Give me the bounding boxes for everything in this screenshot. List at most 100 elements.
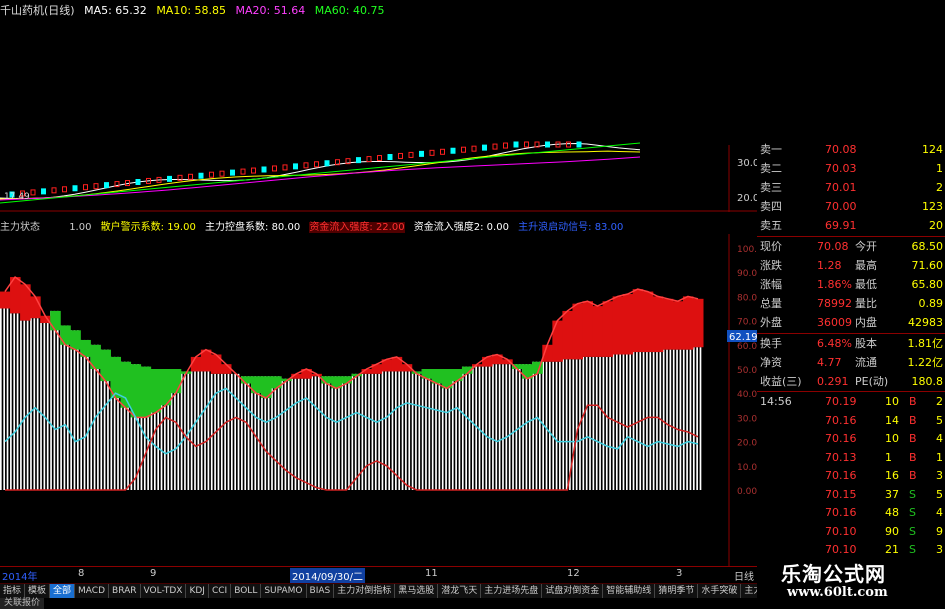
control-bar xyxy=(284,378,287,490)
signal-fill-bar xyxy=(622,293,634,355)
control-bar xyxy=(33,318,36,490)
control-bar xyxy=(80,339,83,490)
indicator-chart[interactable]: 100.00 90.00 80.00 70.00 60.00 50.00 40.00 30.0… xyxy=(0,234,757,566)
signal-fill-bar xyxy=(632,289,644,353)
control-bar xyxy=(398,371,401,490)
indicator-tab[interactable]: 潜龙飞天 xyxy=(438,584,482,598)
indicator-tab[interactable]: 模板 xyxy=(25,584,51,598)
quote-stat-row: 涨幅 1.86% 最低 65.80 xyxy=(757,275,945,294)
signal-fill-bar xyxy=(30,296,41,319)
candle xyxy=(356,157,361,164)
control-bar xyxy=(545,361,548,490)
control-bar xyxy=(187,371,190,490)
control-bar xyxy=(224,373,226,490)
control-bar xyxy=(538,361,541,490)
signal-fill-bar xyxy=(220,364,232,374)
candle xyxy=(209,171,214,178)
control-bar xyxy=(388,371,390,490)
control-bar xyxy=(592,356,595,490)
trade-row: 70.16 48 S 4 xyxy=(757,503,945,522)
trade-side: S xyxy=(909,487,916,501)
stat-label: PE(动) xyxy=(855,375,889,388)
indicator-tab[interactable]: 全部 xyxy=(50,584,76,598)
indicator-tab[interactable]: VOL-TDX xyxy=(141,584,187,598)
indicator-tab[interactable]: SUPAMO xyxy=(261,584,307,598)
stat-value: 1.28 xyxy=(817,259,842,272)
indicator-tab[interactable]: 猜明季节 xyxy=(655,584,699,598)
indicator-tab[interactable]: 试盘对倒资金 xyxy=(542,584,604,598)
candle xyxy=(188,173,193,180)
candle xyxy=(167,175,172,182)
indicator-tab[interactable]: 主力进场先盘 xyxy=(481,584,543,598)
indicator-tab[interactable]: BOLL xyxy=(231,584,262,598)
control-bar xyxy=(234,373,237,490)
indicator-tab[interactable]: BIAS xyxy=(307,584,335,598)
control-bar xyxy=(63,325,66,490)
control-bar xyxy=(301,378,303,490)
trade-price: 70.16 xyxy=(825,432,857,445)
signal-fill-bar xyxy=(120,361,132,408)
control-bar xyxy=(682,349,685,490)
control-bar xyxy=(482,366,484,490)
period-label[interactable]: 日线 xyxy=(734,568,754,583)
stat-value: 180.8 xyxy=(911,375,944,388)
control-bar xyxy=(311,376,314,490)
control-bar xyxy=(351,373,354,490)
control-bar xyxy=(565,359,568,490)
control-bar xyxy=(488,366,491,490)
trade-row: 70.13 1 B 1 xyxy=(757,448,945,467)
indicator-tab[interactable]: KDJ xyxy=(186,584,209,598)
signal-fill-bar xyxy=(672,301,684,350)
signal-fill-bar xyxy=(692,298,704,348)
price-chart[interactable]: 30.00 20.00 17.49 xyxy=(0,0,757,212)
candle xyxy=(429,149,435,156)
candle xyxy=(303,162,309,169)
control-bar xyxy=(662,349,665,490)
control-bar xyxy=(646,352,648,490)
control-bar xyxy=(458,369,461,490)
indicator-axis-tick: 70.00 xyxy=(737,318,757,328)
control-bar xyxy=(552,361,555,490)
trade-price: 70.19 xyxy=(825,395,857,408)
trade-row: 70.10 90 S 9 xyxy=(757,522,945,541)
indicator-tab[interactable]: 黑马选股 xyxy=(395,584,439,598)
stat-label: 流通 xyxy=(855,356,877,369)
watermark-title: 乐淘公式网 xyxy=(781,562,886,586)
control-bar xyxy=(207,371,210,490)
candle xyxy=(366,156,372,163)
control-bar xyxy=(599,356,601,490)
control-bar xyxy=(241,376,243,490)
indicator-tab[interactable]: 指标 xyxy=(0,584,26,598)
indicator-tab[interactable]: BRAR xyxy=(109,584,141,598)
candle xyxy=(440,148,445,155)
indicator-tab[interactable]: 水手突破 xyxy=(698,584,742,598)
indicator-tab[interactable]: 主力对倒指标 xyxy=(334,584,396,598)
trade-volume: 10 xyxy=(885,432,899,445)
control-bar xyxy=(297,378,300,490)
candle xyxy=(503,142,508,149)
indicator-tab[interactable]: MACD xyxy=(75,584,110,598)
indicator-tab[interactable]: 主力控盘 xyxy=(741,584,757,598)
candle xyxy=(461,146,466,153)
control-bar xyxy=(652,352,655,490)
linked-quote-tab[interactable]: 关联报价 xyxy=(0,598,45,609)
trade-count: 1 xyxy=(936,450,943,464)
control-bar xyxy=(204,371,206,490)
signal-fill-bar xyxy=(592,306,604,357)
indicator-tab[interactable]: 智能辅助线 xyxy=(603,584,656,598)
control-bar xyxy=(53,310,56,490)
control-bar xyxy=(492,364,494,490)
control-bar xyxy=(281,378,283,490)
control-bar xyxy=(73,330,76,490)
control-bar xyxy=(76,330,79,490)
trade-row: 14:56 70.19 10 B 2 xyxy=(757,392,945,411)
indicator-axis-tick: 40.00 xyxy=(737,390,757,400)
control-bar xyxy=(3,308,6,490)
control-bar xyxy=(515,364,518,490)
trade-price: 70.15 xyxy=(825,487,857,501)
signal-fill-bar xyxy=(652,296,664,353)
indicator-tab[interactable]: CCI xyxy=(209,584,232,598)
indicator-header: 主力状态 1.00 散户警示系数: 19.00 主力控盘系数: 80.00 资金… xyxy=(0,218,757,233)
level-label: 卖二 xyxy=(760,162,782,175)
date-axis: 2014年 8 9 2014/09/30/二 11 12 3 日线 xyxy=(0,566,757,583)
